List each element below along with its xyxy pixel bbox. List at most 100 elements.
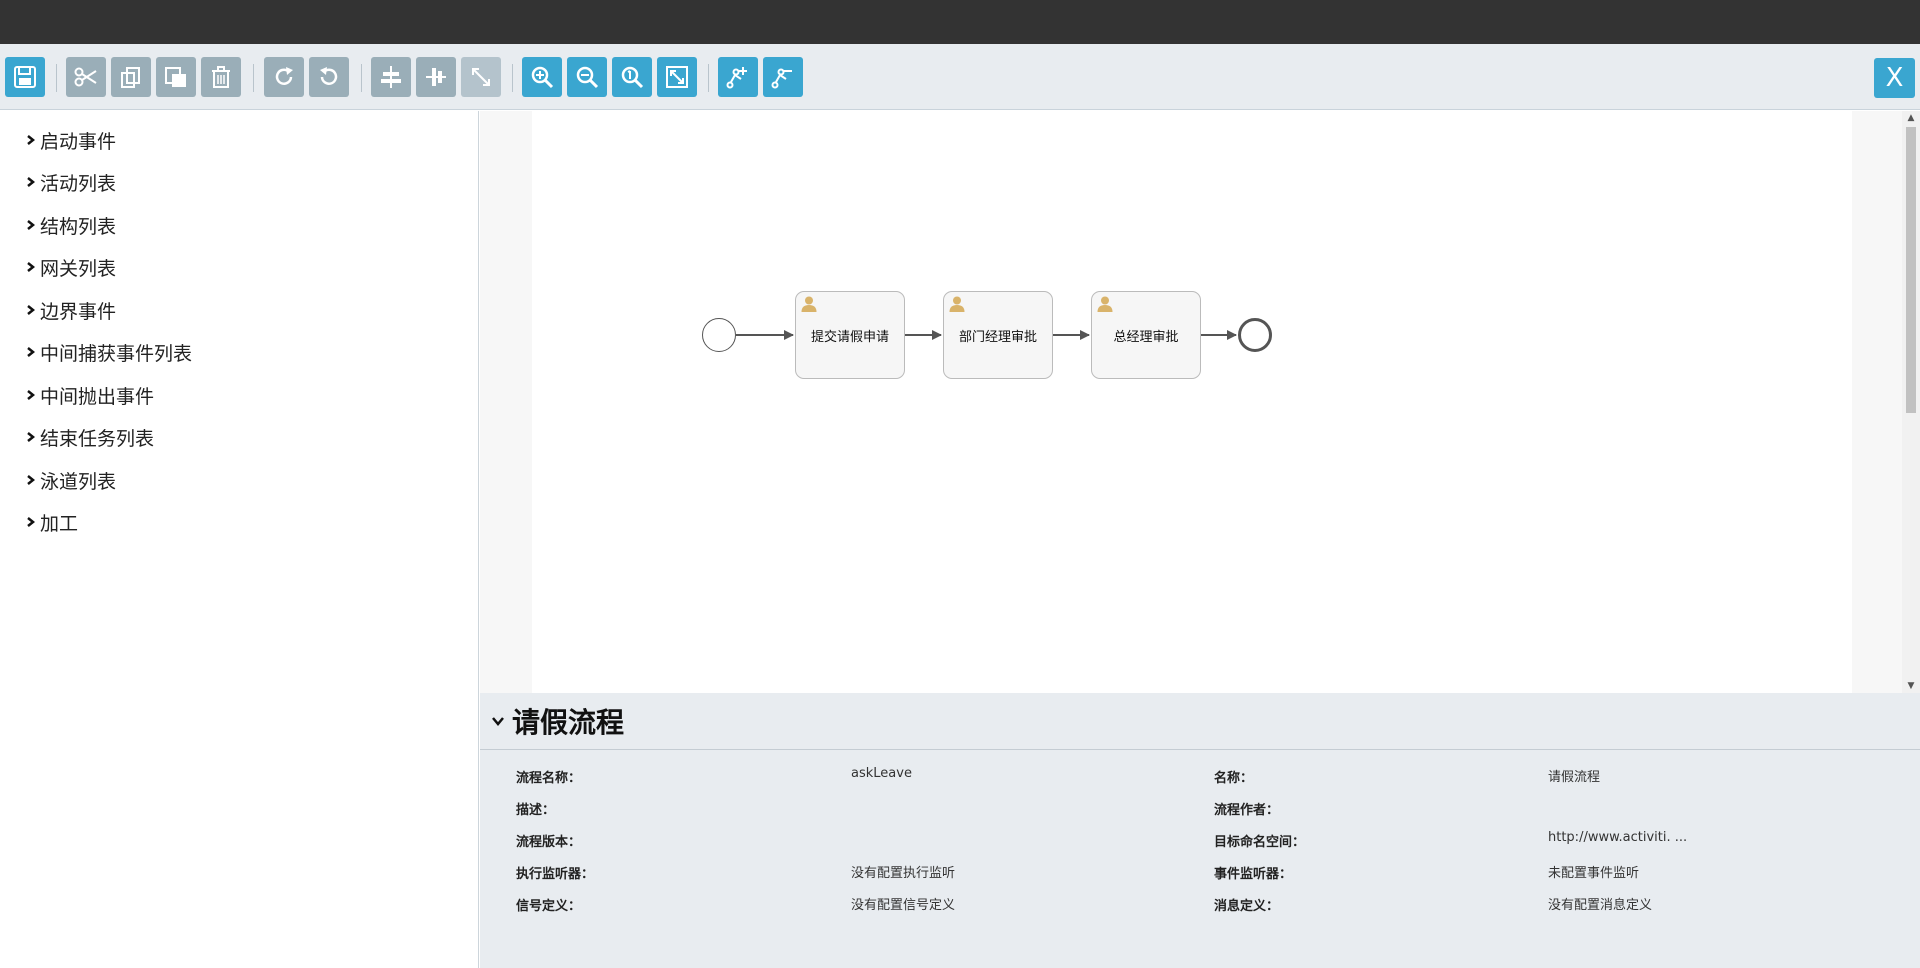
- palette-sidebar: 启动事件 活动列表 结构列表 网关列表 边界事件 中间捕获事件列表 中间抛出事件…: [0, 111, 479, 968]
- user-task[interactable]: 部门经理审批: [943, 291, 1053, 379]
- save-button[interactable]: [5, 57, 45, 97]
- properties-header[interactable]: 请假流程: [480, 693, 1920, 750]
- prop-value-process-name[interactable]: askLeave: [851, 766, 912, 781]
- zoom-out-button[interactable]: [567, 57, 607, 97]
- properties-title: 请假流程: [512, 706, 625, 739]
- user-icon: [1097, 296, 1113, 312]
- paste-icon: [165, 67, 186, 87]
- task-label: 提交请假申请: [810, 329, 889, 345]
- task-label: 部门经理审批: [958, 329, 1037, 345]
- palette-group-label: 中间捕获事件列表: [40, 342, 193, 365]
- prop-value-execution-listeners[interactable]: 没有配置执行监听: [851, 862, 955, 881]
- toolbar-separator: [361, 64, 362, 92]
- scrollbar-thumb[interactable]: [1906, 127, 1916, 413]
- zoom-in-icon: [531, 66, 554, 89]
- zoom-actual-icon: [621, 66, 644, 89]
- palette-group-label: 结构列表: [40, 215, 117, 238]
- diagram-canvas[interactable]: 提交请假申请 部门经理审批 总经理审批: [532, 111, 1852, 693]
- palette-group-artifacts[interactable]: 加工: [24, 509, 78, 535]
- zoom-in-button[interactable]: [522, 57, 562, 97]
- palette-group-label: 泳道列表: [40, 470, 117, 493]
- delete-button[interactable]: [201, 57, 241, 97]
- add-bendpoint-icon: [726, 67, 747, 89]
- prop-label-process-name: 流程名称：: [516, 771, 582, 786]
- copy-button[interactable]: [111, 57, 151, 97]
- align-vertical-icon: [426, 68, 446, 86]
- diagram-canvas-area: 提交请假申请 部门经理审批 总经理审批 ▲ ▼: [480, 111, 1920, 693]
- redo-button[interactable]: [264, 57, 304, 97]
- prop-label-description: 描述：: [516, 803, 556, 818]
- scroll-up-arrow-icon[interactable]: ▲: [1906, 113, 1916, 123]
- vertical-scrollbar[interactable]: ▲ ▼: [1902, 111, 1920, 693]
- prop-label-version: 流程版本：: [516, 835, 582, 850]
- undo-icon: [320, 67, 338, 85]
- palette-group-throwing-events[interactable]: 中间抛出事件: [24, 382, 154, 408]
- toolbar: X: [0, 44, 1920, 110]
- palette-group-swimlanes[interactable]: 泳道列表: [24, 467, 116, 493]
- prop-label-event-listeners: 事件监听器：: [1214, 867, 1293, 882]
- redo-icon: [275, 67, 293, 85]
- chevron-right-icon: [27, 347, 36, 357]
- toolbar-separator: [708, 64, 709, 92]
- user-task[interactable]: 总经理审批: [1091, 291, 1201, 379]
- remove-bendpoint-icon: [771, 68, 792, 89]
- trash-icon: [212, 66, 230, 88]
- palette-group-label: 结束任务列表: [40, 427, 155, 450]
- chevron-right-icon: [27, 262, 36, 272]
- palette-group-boundary-events[interactable]: 边界事件: [24, 297, 116, 323]
- chevron-right-icon: [27, 390, 36, 400]
- add-bendpoint-button[interactable]: [718, 57, 758, 97]
- toolbar-separator: [512, 64, 513, 92]
- palette-group-label: 启动事件: [40, 130, 117, 153]
- undo-button[interactable]: [309, 57, 349, 97]
- toolbar-separator: [56, 64, 57, 92]
- toolbar-separator: [253, 64, 254, 92]
- prop-value-message-definitions[interactable]: 没有配置消息定义: [1548, 894, 1652, 913]
- align-horizontal-button[interactable]: [371, 57, 411, 97]
- scroll-down-arrow-icon[interactable]: ▼: [1906, 681, 1916, 691]
- resize-icon: [472, 68, 490, 86]
- remove-bendpoint-button[interactable]: [763, 57, 803, 97]
- palette-group-start-events[interactable]: 启动事件: [24, 127, 116, 153]
- zoom-out-icon: [576, 66, 599, 89]
- prop-label-message-definitions: 消息定义：: [1214, 899, 1280, 914]
- palette-group-label: 加工: [40, 512, 79, 535]
- start-event[interactable]: [702, 318, 736, 352]
- prop-label-name: 名称：: [1214, 771, 1254, 786]
- palette-group-end-events[interactable]: 结束任务列表: [24, 424, 154, 450]
- prop-value-namespace[interactable]: http://www.activiti. ...: [1548, 830, 1687, 845]
- align-vertical-button[interactable]: [416, 57, 456, 97]
- zoom-fit-button[interactable]: [657, 57, 697, 97]
- palette-group-label: 中间抛出事件: [40, 385, 155, 408]
- chevron-right-icon: [27, 305, 36, 315]
- palette-group-catching-events[interactable]: 中间捕获事件列表: [24, 339, 192, 365]
- end-event[interactable]: [1238, 318, 1272, 352]
- align-horizontal-icon: [381, 66, 401, 88]
- properties-panel: 请假流程 流程名称： askLeave 名称： 请假流程 描述： 流程作者： 流…: [480, 693, 1920, 968]
- chevron-right-icon: [27, 432, 36, 442]
- sequence-flows: [736, 330, 1237, 340]
- same-size-button[interactable]: [461, 57, 501, 97]
- paste-button[interactable]: [156, 57, 196, 97]
- palette-group-activities[interactable]: 活动列表: [24, 169, 116, 195]
- cut-button[interactable]: [66, 57, 106, 97]
- task-label: 总经理审批: [1113, 329, 1179, 345]
- palette-group-label: 活动列表: [40, 172, 117, 195]
- top-bar: [0, 0, 1920, 44]
- palette-group-structural[interactable]: 结构列表: [24, 212, 116, 238]
- close-button[interactable]: X: [1874, 58, 1915, 98]
- chevron-right-icon: [27, 517, 36, 527]
- copy-icon: [121, 67, 140, 88]
- prop-value-event-listeners[interactable]: 未配置事件监听: [1548, 862, 1639, 881]
- prop-value-signal-definitions[interactable]: 没有配置信号定义: [851, 894, 955, 913]
- prop-label-author: 流程作者：: [1214, 803, 1280, 818]
- user-icon: [949, 296, 965, 312]
- palette-group-label: 网关列表: [40, 257, 117, 280]
- user-task[interactable]: 提交请假申请: [795, 291, 905, 379]
- prop-label-execution-listeners: 执行监听器：: [516, 867, 595, 882]
- prop-label-namespace: 目标命名空间：: [1214, 835, 1306, 850]
- prop-value-name[interactable]: 请假流程: [1548, 766, 1600, 785]
- save-icon: [14, 66, 36, 88]
- palette-group-gateways[interactable]: 网关列表: [24, 254, 116, 280]
- zoom-actual-button[interactable]: [612, 57, 652, 97]
